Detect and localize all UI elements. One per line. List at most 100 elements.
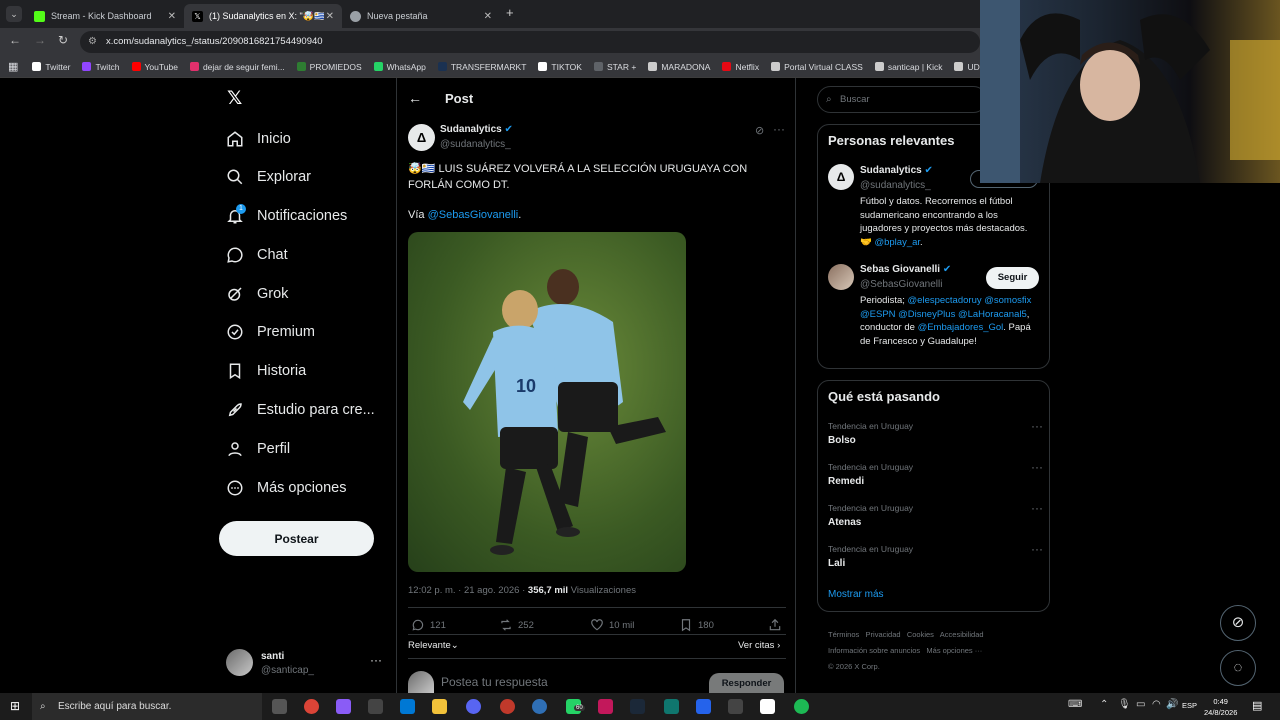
- microphone-icon[interactable]: 🎙: [1118, 699, 1131, 710]
- nav-grok[interactable]: Grok: [226, 279, 288, 309]
- mention-link[interactable]: @Embajadores_Gol: [918, 322, 1004, 333]
- address-bar[interactable]: ⚙ x.com/sudanalytics_/status/20908168217…: [80, 31, 980, 53]
- more-dots-icon[interactable]: ···: [1031, 501, 1043, 515]
- app-icon[interactable]: [532, 699, 547, 714]
- person-name[interactable]: Sudanalytics ✔: [860, 165, 933, 176]
- bookmark-item[interactable]: santicap | Kick: [874, 62, 942, 72]
- like-button[interactable]: 10 mil: [590, 618, 634, 632]
- nav-premium[interactable]: Premium: [226, 317, 315, 347]
- mention-link[interactable]: @bplay_ar: [874, 237, 920, 248]
- account-switcher[interactable]: santi @santicap_ ···: [226, 649, 382, 679]
- grok-icon[interactable]: ⊘: [1220, 605, 1256, 641]
- nav-home[interactable]: Inicio: [226, 124, 291, 154]
- network-icon[interactable]: ▭: [1136, 699, 1145, 710]
- app-icon[interactable]: [696, 699, 711, 714]
- task-view-icon[interactable]: [272, 699, 287, 714]
- grok-icon[interactable]: ⊘: [755, 124, 764, 137]
- bookmark-item[interactable]: dejar de seguir femi...: [189, 62, 285, 72]
- share-button[interactable]: [768, 618, 787, 632]
- avatar[interactable]: [828, 264, 854, 290]
- more-dots-icon[interactable]: ···: [773, 122, 785, 136]
- reply-button[interactable]: 121: [411, 618, 446, 632]
- capcut-icon[interactable]: [760, 699, 775, 714]
- back-arrow-icon[interactable]: ←: [9, 33, 21, 47]
- avatar[interactable]: Δ: [828, 164, 854, 190]
- tab-new-tab[interactable]: Nueva pestaña ✕: [342, 4, 500, 28]
- post-button[interactable]: Postear: [219, 521, 374, 556]
- taskbar-search-input[interactable]: ⌕ Escribe aquí para buscar.: [32, 693, 262, 720]
- tab-search-button[interactable]: ⌄: [6, 6, 22, 22]
- steam-icon[interactable]: [630, 699, 645, 714]
- trend-item[interactable]: Tendencia en Uruguay Lali ···: [828, 542, 1043, 569]
- file-explorer-icon[interactable]: [432, 699, 447, 714]
- app-icon[interactable]: [728, 699, 743, 714]
- person-name[interactable]: Sebas Giovanelli ✔: [860, 264, 951, 275]
- language-indicator[interactable]: ESP: [1182, 701, 1197, 710]
- spotify-icon[interactable]: [794, 699, 809, 714]
- trend-item[interactable]: Tendencia en Uruguay Remedi ···: [828, 460, 1043, 487]
- mention-link[interactable]: @SebasGiovanelli: [428, 209, 519, 221]
- nav-explore[interactable]: Explorar: [226, 162, 311, 192]
- bookmark-item[interactable]: YouTube: [131, 62, 178, 72]
- volume-icon[interactable]: 🔊: [1166, 699, 1178, 710]
- clock[interactable]: 0:49 24/8/2026: [1204, 696, 1237, 718]
- app-icon[interactable]: [368, 699, 383, 714]
- bookmark-item[interactable]: TRANSFERMARKT: [437, 62, 526, 72]
- chrome-icon[interactable]: [304, 699, 319, 714]
- back-arrow-icon[interactable]: ←: [408, 90, 422, 106]
- reply-submit-button[interactable]: Responder: [709, 673, 784, 693]
- nav-notifications[interactable]: 1 Notificaciones: [226, 201, 347, 231]
- search-input[interactable]: ⌕ Buscar: [817, 86, 987, 113]
- post-image[interactable]: 10: [408, 232, 686, 572]
- app-icon[interactable]: [664, 699, 679, 714]
- site-info-icon[interactable]: ⚙: [88, 31, 97, 53]
- close-icon[interactable]: ✕: [326, 11, 334, 22]
- bookmark-item[interactable]: PROMIEDOS: [296, 62, 362, 72]
- repost-button[interactable]: 252: [499, 618, 534, 632]
- avatar[interactable]: Δ: [408, 124, 435, 151]
- bookmark-item[interactable]: MARADONA: [648, 62, 710, 72]
- tab-sudanalytics[interactable]: 𝕏 (1) Sudanalytics en X: "🤯🇺🇾 LU ✕: [184, 4, 342, 28]
- bookmark-item[interactable]: Portal Virtual CLASS: [771, 62, 863, 72]
- discord-icon[interactable]: [466, 699, 481, 714]
- post-timestamp[interactable]: 12:02 p. m. · 21 ago. 2026: [408, 585, 519, 596]
- follow-button[interactable]: Seguir: [986, 267, 1039, 289]
- show-more-link[interactable]: Mostrar más: [828, 589, 884, 600]
- more-dots-icon[interactable]: ···: [1031, 419, 1043, 433]
- bookmark-item[interactable]: Netflix: [722, 62, 759, 72]
- author-name[interactable]: Sudanalytics ✔: [440, 124, 513, 135]
- more-dots-icon[interactable]: ···: [1031, 542, 1043, 556]
- x-logo-icon[interactable]: 𝕏: [227, 89, 247, 109]
- nav-more[interactable]: Más opciones: [226, 473, 346, 503]
- close-icon[interactable]: ✕: [484, 11, 492, 22]
- trend-item[interactable]: Tendencia en Uruguay Atenas ···: [828, 501, 1043, 528]
- nav-profile[interactable]: Perfil: [226, 434, 290, 464]
- keyboard-icon[interactable]: ⌨: [1068, 699, 1082, 710]
- bookmark-item[interactable]: WhatsApp: [373, 62, 426, 72]
- tab-kick[interactable]: Stream - Kick Dashboard ✕: [26, 4, 184, 28]
- chevron-up-icon[interactable]: ⌃: [1100, 699, 1108, 710]
- edge-icon[interactable]: [400, 699, 415, 714]
- forward-arrow-icon[interactable]: →: [34, 33, 46, 47]
- bookmark-item[interactable]: TIKTOK: [538, 62, 582, 72]
- obs-icon[interactable]: [500, 699, 515, 714]
- messages-icon[interactable]: ◌: [1220, 650, 1256, 686]
- nav-history[interactable]: Historia: [226, 356, 306, 386]
- nav-chat[interactable]: Chat: [226, 240, 288, 270]
- trend-item[interactable]: Tendencia en Uruguay Bolso ···: [828, 419, 1043, 446]
- reload-icon[interactable]: ↻: [58, 33, 68, 47]
- new-tab-button[interactable]: +: [506, 5, 514, 20]
- bookmark-button[interactable]: 180: [679, 618, 714, 632]
- bookmark-item[interactable]: Twitter: [32, 62, 70, 72]
- close-icon[interactable]: ✕: [168, 11, 176, 22]
- bookmark-item[interactable]: STAR +: [593, 62, 636, 72]
- reply-input[interactable]: Postea tu respuesta: [441, 675, 548, 689]
- sort-dropdown[interactable]: Relevante⌄: [408, 640, 459, 651]
- windows-start-icon[interactable]: ⊞: [10, 699, 20, 713]
- more-dots-icon[interactable]: ···: [1031, 460, 1043, 474]
- more-dots-icon[interactable]: ···: [370, 653, 382, 667]
- app-icon[interactable]: [598, 699, 613, 714]
- bookmark-item[interactable]: Twitch: [82, 62, 120, 72]
- apps-grid-icon[interactable]: ▦: [8, 60, 18, 73]
- wifi-icon[interactable]: ◠: [1152, 699, 1161, 710]
